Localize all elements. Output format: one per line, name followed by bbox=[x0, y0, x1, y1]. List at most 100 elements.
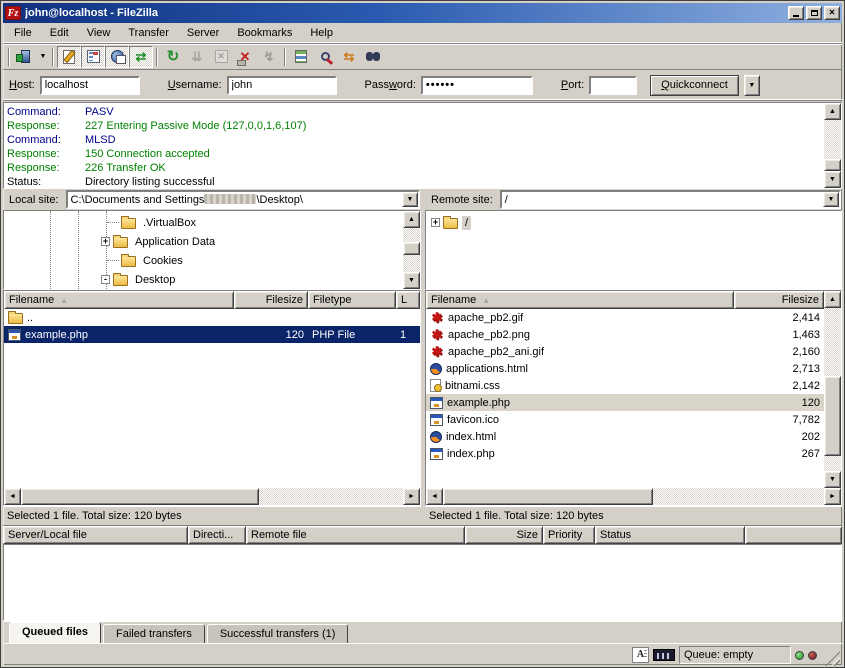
chevron-down-icon[interactable]: ▼ bbox=[823, 192, 839, 207]
quickconnect-button[interactable]: Quickconnect bbox=[650, 75, 739, 96]
tree-item-virtualbox[interactable]: .VirtualBox bbox=[4, 213, 403, 232]
scroll-down-button[interactable]: ▼ bbox=[403, 272, 420, 289]
column-header-filename[interactable]: Filename▲ bbox=[426, 291, 734, 309]
scroll-down-button[interactable]: ▼ bbox=[824, 171, 841, 188]
column-header-priority[interactable]: Priority bbox=[543, 526, 595, 544]
site-manager-button[interactable] bbox=[13, 46, 37, 68]
toggle-transfer-queue-button[interactable]: ⇄ bbox=[129, 46, 153, 68]
remote-file-rows: ✱apache_pb2.gif2,414 ✱apache_pb2.png1,46… bbox=[426, 309, 824, 488]
maximize-icon bbox=[811, 10, 818, 16]
scroll-left-button[interactable]: ◄ bbox=[426, 488, 443, 505]
tab-failed-transfers[interactable]: Failed transfers bbox=[103, 624, 205, 643]
column-header-filename[interactable]: Filename▲ bbox=[4, 291, 234, 309]
maximize-button[interactable] bbox=[806, 6, 822, 20]
port-input[interactable] bbox=[589, 76, 637, 95]
scroll-right-button[interactable]: ► bbox=[403, 488, 420, 505]
scrollbar-thumb[interactable] bbox=[403, 242, 420, 255]
disconnect-button[interactable]: ✕ bbox=[233, 46, 257, 68]
quickconnect-dropdown[interactable]: ▼ bbox=[744, 75, 760, 96]
scroll-down-button[interactable]: ▼ bbox=[824, 471, 841, 488]
column-header-last-modified[interactable]: L bbox=[396, 291, 420, 309]
tab-successful-transfers[interactable]: Successful transfers (1) bbox=[207, 624, 349, 643]
file-row[interactable]: ✱apache_pb2_ani.gif2,160 bbox=[426, 343, 824, 360]
site-manager-dropdown[interactable]: ▼ bbox=[37, 46, 49, 68]
directory-listing-filters-button[interactable] bbox=[313, 46, 337, 68]
local-site-row: Local site: C:\Documents and Settings\De… bbox=[3, 189, 421, 210]
tree-item-application-data[interactable]: +Application Data bbox=[4, 232, 403, 251]
resize-grip[interactable] bbox=[825, 651, 840, 666]
username-input[interactable] bbox=[227, 76, 337, 95]
refresh-button[interactable]: ↻ bbox=[161, 46, 185, 68]
toggle-remote-tree-button[interactable] bbox=[105, 46, 129, 68]
scroll-up-button[interactable]: ▲ bbox=[403, 211, 420, 228]
synchronized-browsing-button[interactable]: ⇆ bbox=[337, 46, 361, 68]
file-row[interactable]: ✱apache_pb2.gif2,414 bbox=[426, 309, 824, 326]
remote-horizontal-scrollbar[interactable]: ◄ ► bbox=[426, 488, 841, 505]
column-header-filesize[interactable]: Filesize bbox=[234, 291, 308, 309]
scroll-right-button[interactable]: ► bbox=[824, 488, 841, 505]
folder-icon bbox=[121, 256, 136, 267]
scroll-up-button[interactable]: ▲ bbox=[824, 103, 841, 120]
menu-file[interactable]: File bbox=[5, 25, 41, 41]
tree-item-cookies[interactable]: Cookies bbox=[4, 251, 403, 270]
password-input[interactable] bbox=[421, 76, 533, 95]
column-header-direction[interactable]: Directi... bbox=[188, 526, 246, 544]
scrollbar-thumb[interactable] bbox=[824, 159, 841, 171]
site-manager-icon bbox=[21, 50, 30, 63]
minimize-button[interactable] bbox=[788, 6, 804, 20]
tree-item-desktop[interactable]: -Desktop bbox=[4, 270, 403, 289]
menu-transfer[interactable]: Transfer bbox=[119, 25, 178, 41]
activity-led-green-icon bbox=[795, 651, 804, 660]
local-tree-scrollbar[interactable]: ▲ ▼ bbox=[403, 211, 420, 289]
find-files-button[interactable] bbox=[361, 46, 385, 68]
remote-site-row: Remote site: / ▼ bbox=[425, 189, 842, 210]
column-header-filesize[interactable]: Filesize bbox=[734, 291, 824, 309]
file-row[interactable]: favicon.ico7,782 bbox=[426, 411, 824, 428]
remote-site-combobox[interactable]: / ▼ bbox=[500, 190, 841, 209]
menu-bookmarks[interactable]: Bookmarks bbox=[228, 25, 301, 41]
file-row[interactable]: applications.html2,713 bbox=[426, 360, 824, 377]
collapse-icon[interactable]: - bbox=[101, 275, 110, 284]
column-header-size[interactable]: Size bbox=[465, 526, 543, 544]
menu-help[interactable]: Help bbox=[301, 25, 342, 41]
directory-comparison-button[interactable] bbox=[289, 46, 313, 68]
column-header-server-local-file[interactable]: Server/Local file bbox=[3, 526, 188, 544]
remote-site-label: Remote site: bbox=[427, 192, 497, 208]
file-row[interactable]: index.php267 bbox=[426, 445, 824, 462]
menu-server[interactable]: Server bbox=[178, 25, 228, 41]
local-horizontal-scrollbar[interactable]: ◄ ► bbox=[4, 488, 420, 505]
column-header-remote-file[interactable]: Remote file bbox=[246, 526, 465, 544]
toggle-message-log-button[interactable] bbox=[57, 46, 81, 68]
log-vertical-scrollbar[interactable]: ▲ ▼ bbox=[824, 103, 841, 188]
cancel-operation-button[interactable]: ✕ bbox=[209, 46, 233, 68]
scroll-left-button[interactable]: ◄ bbox=[4, 488, 21, 505]
file-row-example-php[interactable]: example.php120 bbox=[426, 394, 824, 411]
scrollbar-thumb[interactable] bbox=[443, 488, 653, 505]
toggle-local-tree-button[interactable] bbox=[81, 46, 105, 68]
reconnect-button[interactable]: ↯ bbox=[257, 46, 281, 68]
column-header-status[interactable]: Status bbox=[595, 526, 745, 544]
tab-queued-files[interactable]: Queued files bbox=[9, 622, 101, 643]
expand-icon[interactable]: + bbox=[101, 237, 110, 246]
file-row[interactable]: index.html202 bbox=[426, 428, 824, 445]
css-file-icon bbox=[430, 379, 441, 392]
file-row[interactable]: bitnami.css2,142 bbox=[426, 377, 824, 394]
file-row[interactable]: ✱apache_pb2.png1,463 bbox=[426, 326, 824, 343]
remote-vertical-scrollbar[interactable]: ▲ ▼ bbox=[824, 291, 841, 488]
menu-view[interactable]: View bbox=[78, 25, 120, 41]
close-button[interactable]: ✕ bbox=[824, 6, 840, 20]
scrollbar-thumb[interactable] bbox=[824, 376, 841, 456]
expand-icon[interactable]: + bbox=[431, 218, 440, 227]
chevron-down-icon[interactable]: ▼ bbox=[402, 192, 418, 207]
scroll-up-button[interactable]: ▲ bbox=[824, 291, 841, 308]
file-row-example-php[interactable]: example.php 120 PHP File 1 bbox=[4, 326, 420, 343]
tree-item-root[interactable]: +/ bbox=[426, 213, 841, 232]
process-queue-button[interactable]: ⇊ bbox=[185, 46, 209, 68]
scrollbar-thumb[interactable] bbox=[21, 488, 259, 505]
file-row-parent-dir[interactable]: .. bbox=[4, 309, 420, 326]
host-input[interactable] bbox=[40, 76, 140, 95]
sort-ascending-icon: ▲ bbox=[482, 296, 490, 305]
menu-edit[interactable]: Edit bbox=[41, 25, 78, 41]
local-site-combobox[interactable]: C:\Documents and Settings\Desktop\ ▼ bbox=[66, 190, 420, 209]
column-header-filetype[interactable]: Filetype bbox=[308, 291, 396, 309]
